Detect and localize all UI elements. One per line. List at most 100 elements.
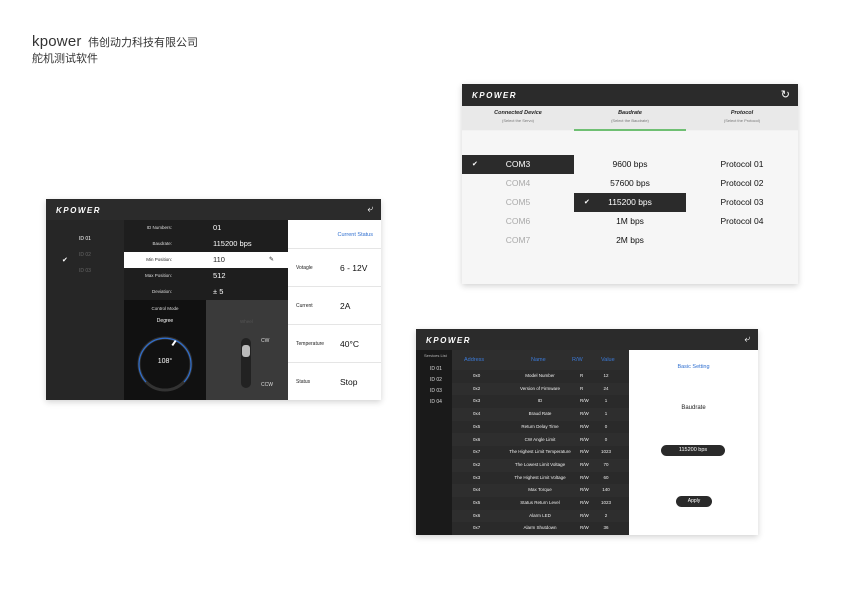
apply-button[interactable]: Apply xyxy=(676,496,712,507)
table-row[interactable]: 0x4 Max Torque R/W 140 xyxy=(452,484,629,497)
wheel-label: Wheel xyxy=(240,319,253,324)
status-row: Status Stop xyxy=(288,362,381,400)
titlebar: KPOWER ↻ xyxy=(462,84,798,106)
protocol-option[interactable]: Protocol 03 xyxy=(686,193,798,212)
service-item[interactable]: ID 03 xyxy=(430,388,442,394)
param-baudrate[interactable]: Baudrate: 115200 bps xyxy=(124,236,288,252)
baudrate-option[interactable]: 9600 bps xyxy=(574,155,686,174)
table-row[interactable]: 0x3 The Highest Limit Voltage R/W 60 xyxy=(452,471,629,485)
servo-id-item[interactable]: ID 02 xyxy=(79,252,91,258)
header-title: Connected Device xyxy=(494,110,542,116)
protocol-option[interactable]: Protocol 04 xyxy=(686,212,798,231)
basic-setting-panel: Basic Setting Baudrate 115200 bps Apply xyxy=(629,350,758,535)
param-value: 01 xyxy=(213,223,222,232)
table-cell: 1 xyxy=(604,411,608,417)
table-row[interactable]: 0x5 Return Delay Time R/W 0 xyxy=(452,420,629,434)
port-option[interactable]: ✔ COM3 xyxy=(462,155,574,174)
port-option[interactable]: COM5 xyxy=(462,193,574,212)
table-cell: CW Angle Limit xyxy=(524,436,556,442)
baudrate-select[interactable]: 115200 bps xyxy=(661,445,725,456)
service-item[interactable]: ID 04 xyxy=(430,399,442,405)
port-label: COM3 xyxy=(505,159,531,169)
table-cell: 1 xyxy=(604,398,608,404)
param-value: 110 xyxy=(213,255,225,264)
table-row[interactable]: 0x6 Alarm LED R/W 2 xyxy=(452,510,629,523)
services-list: Services List ID 01 ID 02 ID 03 ID 04 xyxy=(416,350,452,535)
port-option[interactable]: COM7 xyxy=(462,231,574,250)
edit-icon[interactable]: ✎ xyxy=(269,256,274,263)
control-mode-value[interactable]: Degree xyxy=(124,318,206,324)
titlebar: KPOWER ⤶ xyxy=(416,329,758,350)
table-row[interactable]: 0x7 Alarm Shutdown R/W 36 xyxy=(452,522,629,535)
header-title: Baudrate xyxy=(618,110,642,116)
table-cell: 0x0 xyxy=(473,373,481,378)
kpower-logo: KPOWER xyxy=(472,91,517,100)
back-arrow-icon[interactable]: ⤶ xyxy=(367,204,373,215)
table-cell: 12 xyxy=(603,373,609,378)
param-max-position[interactable]: Max Position: 512 xyxy=(124,268,288,284)
table-row[interactable]: 0x5 Status Return Level R/W 1023 xyxy=(452,497,629,510)
header-baudrate: Baudrate (Select the Baudrate) xyxy=(574,110,686,123)
status-label: Current xyxy=(296,303,313,309)
table-cell: R/W xyxy=(580,525,589,531)
table-cell: Version of Firmware xyxy=(519,385,561,391)
param-label: Deviation: xyxy=(151,289,172,294)
baudrate-option[interactable]: 2M bps xyxy=(574,231,686,250)
selection-body: ✔ COM3 COM4 COM5 COM6 COM7 9600 bps 5760… xyxy=(462,131,798,284)
table-row[interactable]: 0x2 The Lowest Limit Voltage R/W 70 xyxy=(452,459,629,472)
column-header: Name xyxy=(531,357,546,363)
services-title: Services List xyxy=(424,353,447,358)
refresh-icon[interactable]: ↻ xyxy=(781,88,790,101)
check-icon: ✔ xyxy=(472,161,478,168)
table-cell: 2 xyxy=(604,512,608,518)
protocol-option[interactable]: Protocol 01 xyxy=(686,155,798,174)
table-row[interactable]: 0x6 CW Angle Limit R/W 0 xyxy=(452,434,629,447)
protocol-option[interactable]: Protocol 02 xyxy=(686,174,798,193)
selection-header: Connected Device (Select the Servo) Baud… xyxy=(462,106,798,130)
table-row[interactable]: 0x4 Braud Rate R/W 1 xyxy=(452,408,629,421)
table-cell: R/W xyxy=(580,474,589,480)
wheel-slider-knob[interactable] xyxy=(242,345,250,357)
table-cell: R/W xyxy=(580,411,589,417)
baudrate-option[interactable]: ✔ 115200 bps xyxy=(574,193,686,212)
titlebar: KPOWER ⤶ xyxy=(46,199,381,220)
table-cell: 0x2 xyxy=(473,385,481,391)
table-cell: 24 xyxy=(603,385,609,391)
control-mode-panel: Control Mode Degree 108° xyxy=(124,300,206,400)
service-item[interactable]: ID 02 xyxy=(430,377,442,383)
servo-id-item[interactable]: ID 03 xyxy=(79,268,91,274)
header-subtitle: (Select the Baudrate) xyxy=(611,118,649,123)
param-deviation[interactable]: Deviation: ± 5 xyxy=(124,284,288,300)
baudrate-option[interactable]: 1M bps xyxy=(574,212,686,231)
back-arrow-icon[interactable]: ⤶ xyxy=(744,334,750,345)
table-row[interactable]: 0x0 Model Number R 12 xyxy=(452,370,629,383)
table-cell: The Highest Limit Voltage xyxy=(514,474,566,480)
table-row[interactable]: 0x3 ID R/W 1 xyxy=(452,395,629,409)
port-option[interactable]: COM4 xyxy=(462,174,574,193)
servo-control-window: KPOWER ⤶ ✔ ID 01 ID 02 ID 03 ID Numbers:… xyxy=(46,199,381,400)
basic-setting-title: Basic Setting xyxy=(677,364,710,370)
column-header: Value xyxy=(601,357,615,363)
table-cell: Braud Rate xyxy=(528,411,552,417)
table-row[interactable]: 0x7 The Highest Limit Temperature R/W 1023 xyxy=(452,446,629,459)
register-table-window: KPOWER ⤶ Services List ID 01 ID 02 ID 03… xyxy=(416,329,758,535)
table-cell: The Highest Limit Temperature xyxy=(509,449,571,455)
baudrate-option[interactable]: 57600 bps xyxy=(574,174,686,193)
status-label: Votagle xyxy=(296,265,313,271)
servo-id-item[interactable]: ID 01 xyxy=(79,236,91,242)
param-id-numbers[interactable]: ID Numbers: 01 xyxy=(124,220,288,236)
port-option[interactable]: COM6 xyxy=(462,212,574,231)
control-mode-label: Control Mode xyxy=(151,306,179,311)
table-cell: R/W xyxy=(580,461,589,467)
param-label: Min Position: xyxy=(146,257,172,262)
table-row[interactable]: 0x2 Version of Firmware R 24 xyxy=(452,383,629,396)
table-cell: R xyxy=(580,373,584,378)
param-min-position[interactable]: Min Position: 110 ✎ xyxy=(124,252,288,268)
table-cell: R/W xyxy=(580,436,589,442)
brand-header: kpower 伟创动力科技有限公司 舵机测试软件 xyxy=(32,34,198,65)
service-item[interactable]: ID 01 xyxy=(430,366,442,372)
check-icon: ✔ xyxy=(584,199,590,206)
table-cell: 0 xyxy=(604,423,608,429)
column-header: R/W xyxy=(572,357,583,363)
header-connected-device: Connected Device (Select the Servo) xyxy=(462,110,574,123)
